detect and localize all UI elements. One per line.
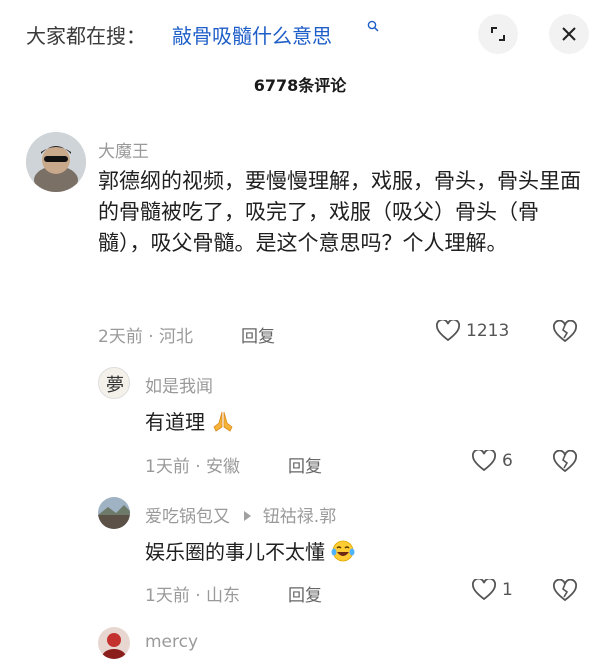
like-count: 6	[502, 451, 513, 471]
reply-username[interactable]: 爱吃锅包又	[145, 507, 230, 527]
reply-time: 1天前	[145, 586, 190, 606]
close-icon	[562, 27, 576, 41]
like-count: 1213	[466, 321, 510, 341]
expand-icon	[491, 27, 505, 41]
heart-icon	[472, 450, 496, 472]
broken-heart-icon[interactable]	[552, 579, 578, 603]
reply-time: 1天前	[145, 457, 190, 477]
search-prefix: 大家都在搜：	[26, 24, 146, 48]
avatar[interactable]: 夢	[98, 367, 130, 399]
heart-icon	[436, 320, 460, 342]
separator: ·	[195, 586, 201, 606]
praying-hands-emoji	[213, 411, 233, 432]
search-icon	[367, 20, 379, 32]
comment-text: 郭德纲的视频，要慢慢理解，戏服，骨头，骨头里面的骨髓被吃了，吸完了，戏服（吸父）…	[98, 169, 581, 255]
avatar[interactable]	[98, 627, 130, 659]
like-button[interactable]: 1213	[436, 320, 509, 342]
reply-username[interactable]: 如是我闻	[145, 372, 213, 397]
expand-button[interactable]	[478, 14, 518, 54]
reply-button[interactable]: 回复	[288, 581, 322, 606]
reply-text: 有道理	[145, 408, 235, 436]
reply-text-content: 有道理	[145, 410, 205, 434]
avatar[interactable]	[98, 497, 130, 529]
reply-meta: 1天前 · 山东	[145, 581, 240, 606]
comment-username[interactable]: 大魔王	[98, 137, 149, 162]
comment-location: 河北	[159, 327, 194, 347]
reply-location: 山东	[206, 586, 241, 606]
comments-count: 6778条评论	[253, 76, 347, 95]
search-suggestion-link[interactable]: 敲骨吸髓什么意思	[172, 20, 332, 49]
broken-heart-icon[interactable]	[552, 320, 578, 344]
reply-text-content: 娱乐圈的事儿不太懂	[145, 540, 325, 564]
like-button[interactable]: 6	[472, 450, 513, 472]
svg-text:夢: 夢	[106, 375, 124, 396]
reply-header: 爱吃锅包又 钮祜禄.郭	[145, 502, 336, 527]
like-button[interactable]: 1	[472, 579, 513, 601]
reply-button[interactable]: 回复	[241, 322, 275, 347]
like-count: 1	[502, 580, 513, 600]
reply-username[interactable]: mercy	[145, 632, 198, 652]
reply-meta: 1天前 · 安徽	[145, 452, 240, 477]
search-header: 大家都在搜： 敲骨吸髓什么意思	[0, 0, 600, 70]
reply-arrow-icon	[244, 511, 252, 521]
broken-heart-icon[interactable]	[552, 450, 578, 474]
reply-button[interactable]: 回复	[288, 452, 322, 477]
close-button[interactable]	[549, 14, 589, 54]
reply-text: 娱乐圈的事儿不太懂	[145, 538, 355, 566]
reply-location: 安徽	[206, 457, 241, 477]
laughing-tears-emoji	[331, 540, 355, 562]
heart-icon	[472, 579, 496, 601]
comment-meta: 2天前 · 河北	[98, 322, 193, 347]
reply-to-username[interactable]: 钮祜禄.郭	[263, 507, 336, 527]
separator: ·	[148, 327, 154, 347]
avatar[interactable]	[26, 132, 86, 192]
separator: ·	[195, 457, 201, 477]
comment-time: 2天前	[98, 327, 143, 347]
